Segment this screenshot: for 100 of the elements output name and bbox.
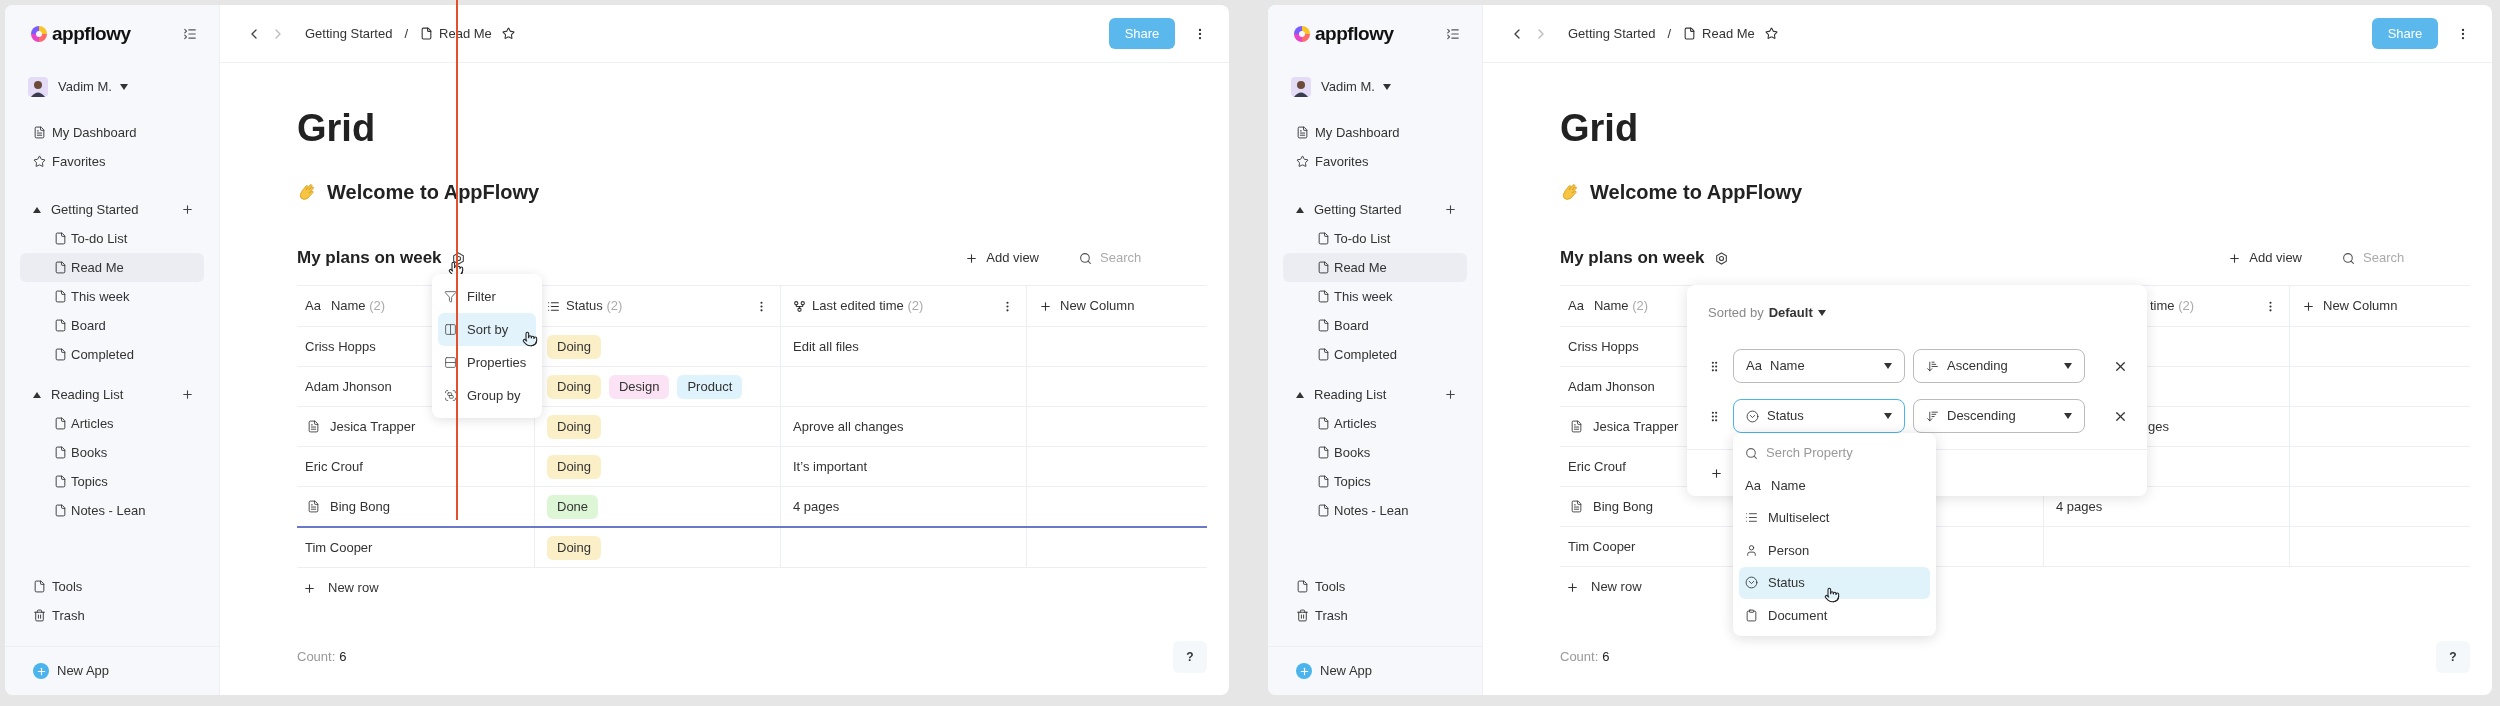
new-row-button[interactable]: New row <box>297 568 379 608</box>
caret-icon <box>119 84 128 90</box>
menu-item[interactable]: Filter <box>438 280 536 313</box>
star-icon[interactable] <box>1764 27 1778 40</box>
sidebar-item[interactable]: Favorites <box>1283 147 1467 176</box>
plus-icon <box>303 581 316 595</box>
trash-icon <box>33 609 46 622</box>
page-item[interactable]: Notes - Lean <box>1283 496 1467 525</box>
status-tag: Doing <box>547 414 601 439</box>
section-title[interactable]: Getting Started <box>51 199 171 220</box>
property-item[interactable]: Document <box>1739 599 1930 632</box>
page-item[interactable]: Books <box>20 438 204 467</box>
menu-item[interactable]: Sort by <box>438 313 536 346</box>
page-item[interactable]: Books <box>1283 438 1467 467</box>
sidebar-item[interactable]: My Dashboard <box>20 118 204 147</box>
hand-cursor-icon <box>522 331 538 347</box>
page-item[interactable]: Notes - Lean <box>20 496 204 525</box>
plus-icon <box>1039 299 1052 313</box>
add-icon[interactable] <box>1444 203 1457 216</box>
sidebar-item[interactable]: Favorites <box>20 147 204 176</box>
order-select[interactable]: Descending <box>1913 399 2085 433</box>
column-header[interactable]: Name (2) <box>330 296 386 316</box>
status-tag: Doing <box>547 535 601 560</box>
add-icon[interactable] <box>1710 466 1723 480</box>
page-item[interactable]: Read Me <box>1283 253 1467 282</box>
help-button[interactable]: ? <box>1173 641 1207 673</box>
menu-item[interactable]: Group by <box>438 379 536 412</box>
breadcrumb-link[interactable]: Getting Started <box>1568 23 1656 44</box>
page-item[interactable]: Topics <box>20 467 204 496</box>
page-item[interactable]: Topics <box>1283 467 1467 496</box>
page-item[interactable]: This week <box>1283 282 1467 311</box>
page-item[interactable]: To-do List <box>20 224 204 253</box>
status-tag: Done <box>547 494 599 519</box>
count-label: Count: <box>1560 648 1599 667</box>
add-icon[interactable] <box>181 388 194 401</box>
table-cell-text: Aprove all changes <box>793 417 904 436</box>
count-label: Count: <box>297 648 336 667</box>
count-value: 6 <box>1602 648 1610 667</box>
page-item[interactable]: To-do List <box>1283 224 1467 253</box>
star-icon <box>1296 155 1309 168</box>
waving-hand-icon <box>297 182 317 202</box>
new-column-button[interactable]: New Column <box>2302 296 2398 316</box>
caret-icon <box>1884 363 1892 369</box>
text-type-icon: Aa <box>1746 356 1762 376</box>
avatar <box>1291 77 1311 97</box>
add-icon[interactable] <box>181 203 194 216</box>
star-icon[interactable] <box>501 27 515 40</box>
column-header[interactable]: Status (2) <box>566 296 623 316</box>
add-view-button[interactable]: Add view <box>965 248 1039 268</box>
sidebar-item[interactable]: Trash <box>20 601 204 630</box>
collapse-sidebar-icon[interactable] <box>183 27 197 41</box>
page-item[interactable]: Articles <box>20 409 204 438</box>
page-item[interactable]: Read Me <box>20 253 204 282</box>
sidebar-item[interactable]: My Dashboard <box>1283 118 1467 147</box>
new-row-button[interactable]: New row <box>1560 567 1642 607</box>
property-item[interactable]: Person <box>1739 534 1930 567</box>
document-icon <box>54 290 67 303</box>
settings-icon[interactable] <box>1714 251 1728 265</box>
column-header[interactable]: Last edited time (2) <box>812 296 924 316</box>
sort-mode-dropdown[interactable]: Sorted by Default <box>1708 303 1826 323</box>
page-item[interactable]: Articles <box>1283 409 1467 438</box>
breadcrumb-link[interactable]: Getting Started <box>305 23 393 44</box>
property-item[interactable]: Aa Name <box>1739 469 1930 502</box>
new-column-button[interactable]: New Column <box>1039 296 1135 316</box>
document-icon <box>1317 232 1330 245</box>
page-item[interactable]: Board <box>1283 311 1467 340</box>
table-cell-text: Tim Cooper <box>305 538 373 557</box>
settings-icon[interactable] <box>451 251 465 265</box>
caret-icon <box>2064 413 2072 419</box>
column-header[interactable]: Name (2) <box>1593 296 1649 316</box>
menu-item[interactable]: Properties <box>438 346 536 379</box>
page-item[interactable]: Board <box>20 311 204 340</box>
order-select[interactable]: Ascending <box>1913 349 2085 383</box>
add-view-button[interactable]: Add view <box>2228 248 2302 268</box>
field-select[interactable]: Aa Name <box>1733 349 1905 383</box>
add-icon[interactable] <box>1444 388 1457 401</box>
status-tag: Design <box>608 374 670 399</box>
sidebar-item[interactable]: Trash <box>1283 601 1467 630</box>
section-title[interactable]: Reading List <box>1314 384 1434 405</box>
plus-icon <box>1566 580 1579 594</box>
section-title[interactable]: Reading List <box>51 384 171 405</box>
section-title[interactable]: Getting Started <box>1314 199 1434 220</box>
breadcrumb-link[interactable]: Read Me <box>1702 23 1755 44</box>
caret-icon <box>1884 413 1892 419</box>
property-item[interactable]: Multiselect <box>1739 501 1930 534</box>
search-icon <box>2342 251 2355 265</box>
user-menu[interactable]: Vadim M. <box>58 77 128 97</box>
new-app-button[interactable]: New App <box>1296 661 1373 681</box>
document-icon <box>33 580 46 593</box>
new-app-button[interactable]: New App <box>33 661 110 681</box>
filter-icon <box>444 290 457 303</box>
user-menu[interactable]: Vadim M. <box>1321 77 1391 97</box>
page-item[interactable]: This week <box>20 282 204 311</box>
page-item[interactable]: Completed <box>1283 340 1467 369</box>
sidebar-item[interactable]: Tools <box>20 572 204 601</box>
sidebar-item[interactable]: Tools <box>1283 572 1467 601</box>
help-button[interactable]: ? <box>2436 641 2470 673</box>
collapse-sidebar-icon[interactable] <box>1446 27 1460 41</box>
column-header[interactable]: time (2) <box>2150 296 2195 316</box>
page-item[interactable]: Completed <box>20 340 204 369</box>
